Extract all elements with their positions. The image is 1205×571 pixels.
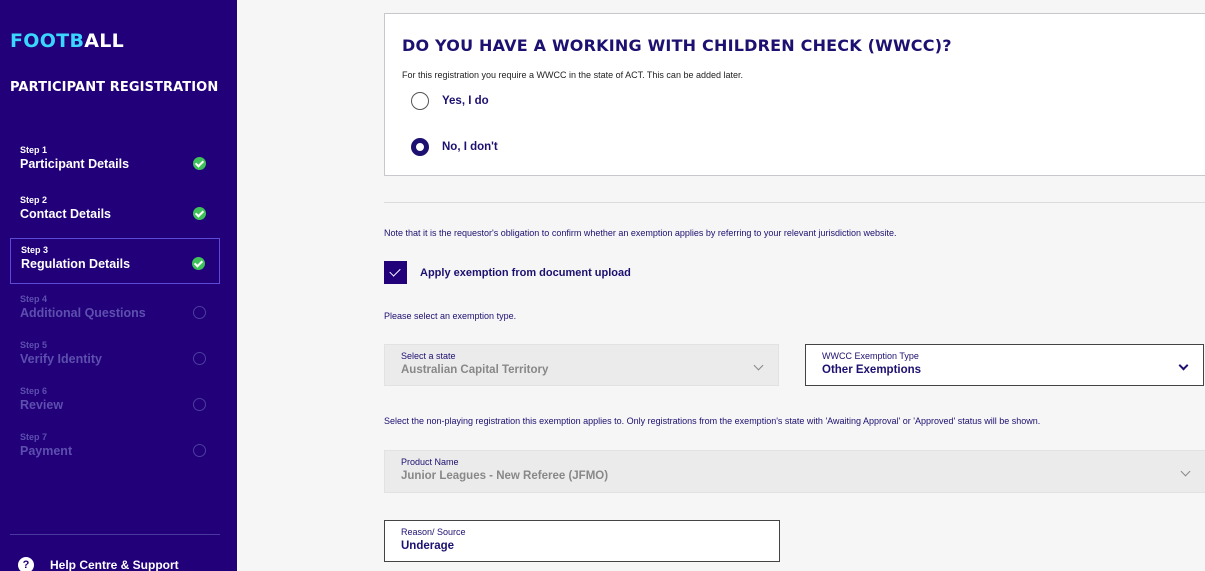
checkbox-checked[interactable] <box>384 261 407 284</box>
radio-label: Yes, I do <box>442 95 489 107</box>
sidebar-divider <box>10 534 220 535</box>
state-select[interactable]: Select a state Australian Capital Territ… <box>384 344 779 386</box>
checkbox-label: Apply exemption from document upload <box>420 266 631 279</box>
empty-circle-icon <box>193 306 206 319</box>
sidebar: FOOTBALL PARTICIPANT REGISTRATION Step 1… <box>0 0 237 571</box>
section-divider <box>384 202 1205 203</box>
step-number: Step 1 <box>20 145 48 155</box>
step-number: Step 4 <box>20 294 48 304</box>
exemption-type-prompt: Please select an exemption type. <box>384 311 517 321</box>
exemption-type-select[interactable]: WWCC Exemption Type Other Exemptions <box>805 344 1204 386</box>
empty-circle-icon <box>193 398 206 411</box>
main-content: DO YOU HAVE A WORKING WITH CHILDREN CHEC… <box>237 0 1205 571</box>
wwcc-question-title: DO YOU HAVE A WORKING WITH CHILDREN CHEC… <box>402 36 952 55</box>
field-label: Select a state <box>401 351 456 361</box>
field-value: Underage <box>401 540 455 552</box>
step-label: Review <box>20 398 64 412</box>
step-payment[interactable]: Step 7 Payment <box>10 426 220 472</box>
registration-prompt: Select the non-playing registration this… <box>384 416 1041 426</box>
step-regulation-details[interactable]: Step 3 Regulation Details <box>10 238 220 284</box>
field-label: Product Name <box>401 457 459 467</box>
step-label: Payment <box>20 444 73 458</box>
field-value: Junior Leagues - New Referee (JFMO) <box>401 470 609 482</box>
empty-circle-icon <box>193 444 206 457</box>
step-number: Step 3 <box>21 245 49 255</box>
step-verify-identity[interactable]: Step 5 Verify Identity <box>10 334 220 380</box>
field-label: Reason/ Source <box>401 527 466 537</box>
step-label: Verify Identity <box>20 352 102 366</box>
field-value: Other Exemptions <box>822 364 922 376</box>
step-number: Step 6 <box>20 386 48 396</box>
radio-button-selected[interactable] <box>411 138 429 156</box>
sidebar-title: PARTICIPANT REGISTRATION <box>10 80 219 95</box>
apply-exemption-checkbox-row[interactable]: Apply exemption from document upload <box>384 261 631 284</box>
help-icon: ? <box>18 557 34 571</box>
radio-button[interactable] <box>411 92 429 110</box>
exemption-note: Note that it is the requestor's obligati… <box>384 228 897 238</box>
step-number: Step 2 <box>20 195 48 205</box>
help-label: Help Centre & Support <box>50 558 179 571</box>
reason-source-field[interactable]: Reason/ Source Underage <box>384 520 780 562</box>
wwcc-note: For this registration you require a WWCC… <box>402 70 743 80</box>
product-name-select[interactable]: Product Name Junior Leagues - New Refere… <box>384 450 1205 493</box>
field-value: Australian Capital Territory <box>401 364 549 376</box>
step-label: Regulation Details <box>21 257 131 271</box>
step-label: Contact Details <box>20 207 111 221</box>
step-number: Step 5 <box>20 340 48 350</box>
radio-option-yes[interactable]: Yes, I do <box>411 92 489 110</box>
step-review[interactable]: Step 6 Review <box>10 380 220 426</box>
check-circle-icon <box>192 257 205 270</box>
step-number: Step 7 <box>20 432 48 442</box>
check-circle-icon <box>193 207 206 220</box>
step-label: Participant Details <box>20 157 130 171</box>
step-additional-questions[interactable]: Step 4 Additional Questions <box>10 288 220 334</box>
step-contact-details[interactable]: Step 2 Contact Details <box>10 189 220 235</box>
wwcc-question-card: DO YOU HAVE A WORKING WITH CHILDREN CHEC… <box>384 13 1205 176</box>
check-circle-icon <box>193 157 206 170</box>
football-logo: FOOTBALL <box>10 30 125 52</box>
step-label: Additional Questions <box>20 306 146 320</box>
empty-circle-icon <box>193 352 206 365</box>
step-participant-details[interactable]: Step 1 Participant Details <box>10 139 220 185</box>
radio-option-no[interactable]: No, I don't <box>411 138 498 156</box>
radio-label: No, I don't <box>442 141 498 153</box>
field-label: WWCC Exemption Type <box>822 351 919 361</box>
help-centre-link[interactable]: ? Help Centre & Support <box>18 557 179 571</box>
